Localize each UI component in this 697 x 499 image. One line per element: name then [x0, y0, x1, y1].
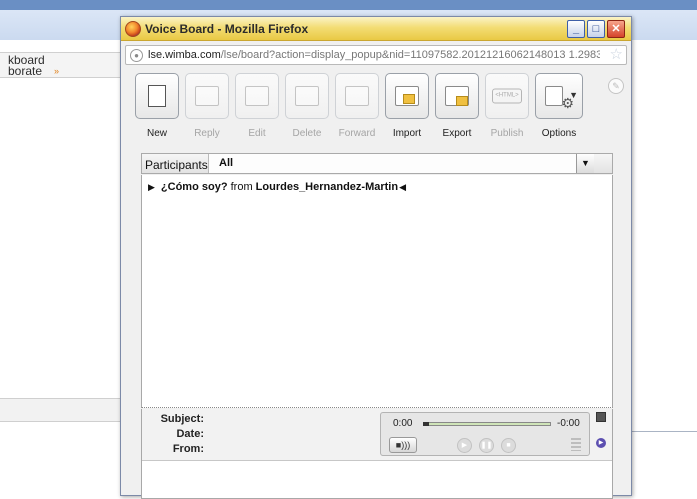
publish-label: Publish [490, 128, 524, 139]
forward-label: Forward [338, 128, 376, 139]
player-remaining-time: -0:00 [557, 418, 580, 429]
address-bar[interactable]: ● lse.wimba.com/lse/board?action=display… [125, 45, 627, 65]
message-from-text: from [227, 181, 256, 193]
participants-selected-value: All [219, 157, 234, 169]
date-label: Date: [176, 428, 204, 440]
list-item[interactable]: ▶ ¿Cómo soy? from Lourdes_Hernandez-Marti… [148, 181, 406, 193]
chevron-down-icon: ▼ [569, 90, 578, 100]
export-button[interactable]: Export [431, 73, 483, 139]
url-host: lse.wimba.com [148, 49, 221, 61]
bookmark-star-icon[interactable]: ☆ [610, 46, 623, 64]
import-label: Import [392, 128, 422, 139]
message-detail-header: Subject: Date: From: 0:00 -0:00 ■))) ▶ ❚… [142, 409, 612, 461]
minimize-button[interactable]: _ [567, 20, 585, 38]
expand-triangle-icon[interactable]: ▶ [148, 182, 155, 193]
delete-button[interactable]: Delete [281, 73, 333, 139]
reply-button[interactable]: Reply [181, 73, 233, 139]
participants-select[interactable]: All ▼ [208, 154, 594, 173]
options-icon [545, 86, 563, 106]
play-button[interactable]: ▶ [457, 438, 472, 453]
new-label: New [146, 128, 167, 139]
publish-html-icon: <HTML> [492, 88, 522, 104]
maximize-button[interactable]: □ [587, 20, 605, 38]
volume-button[interactable]: ■))) [389, 437, 417, 453]
help-icon[interactable]: ✎ [608, 78, 624, 94]
wimba-icon[interactable]: ▶ [596, 438, 606, 448]
edit-label: Edit [248, 128, 266, 139]
forward-button[interactable]: Forward [331, 73, 383, 139]
audio-player: 0:00 -0:00 ■))) ▶ ❚❚ ■ [380, 412, 590, 456]
message-subject: ¿Cómo soy? [160, 181, 228, 193]
close-button[interactable]: ✕ [607, 20, 625, 38]
logo-arrow-icon: » [54, 66, 60, 76]
delete-label: Delete [292, 128, 322, 139]
background-rule [630, 431, 697, 432]
player-progress-slider[interactable] [423, 422, 551, 426]
options-label: Options [541, 128, 577, 139]
firefox-icon [125, 21, 141, 37]
new-button[interactable]: New [131, 73, 183, 139]
url-path: /lse/board?action=display_popup&nid=1109… [220, 49, 600, 61]
record-toggle-icon[interactable] [596, 412, 606, 422]
reply-icon [195, 86, 219, 106]
edit-button[interactable]: Edit [231, 73, 283, 139]
player-side-controls: ▶ [594, 412, 608, 456]
message-author: Lourdes_Hernandez-Martin [255, 181, 399, 193]
stop-button[interactable]: ■ [501, 438, 516, 453]
background-divider-bar [0, 398, 124, 422]
speaker-icon: ◀ [399, 182, 407, 192]
forward-icon [345, 86, 369, 106]
message-detail-pane: Subject: Date: From: 0:00 -0:00 ■))) ▶ ❚… [141, 409, 613, 499]
participants-label: Participants: [145, 158, 212, 172]
message-list: ▶ ¿Cómo soy? from Lourdes_Hernandez-Marti… [141, 175, 613, 408]
edit-icon [245, 86, 269, 106]
voice-board-window: Voice Board - Mozilla Firefox _ □ ✕ ● ls… [120, 16, 632, 499]
new-document-icon [148, 85, 166, 107]
options-button[interactable]: ⚙ ▼ Options [533, 73, 585, 139]
import-button[interactable]: Import [381, 73, 433, 139]
subject-label: Subject: [160, 413, 204, 425]
globe-icon: ● [130, 49, 143, 62]
participants-filter: Participants: All ▼ [141, 153, 613, 174]
export-label: Export [442, 128, 472, 139]
toolbar: New Reply Edit Delete Forward Import Exp… [125, 69, 627, 157]
publish-button[interactable]: <HTML> Publish [481, 73, 533, 139]
volume-icon: ■))) [395, 440, 411, 450]
level-meter [571, 438, 581, 451]
from-label: From: [172, 443, 204, 455]
window-title: Voice Board - Mozilla Firefox [145, 22, 309, 36]
url-text[interactable]: lse.wimba.com/lse/board?action=display_p… [148, 49, 600, 61]
reply-label: Reply [194, 128, 220, 139]
background-logo: kboard borate » [0, 52, 124, 78]
delete-icon [295, 86, 319, 106]
player-elapsed-time: 0:00 [393, 418, 413, 429]
pause-button[interactable]: ❚❚ [479, 438, 494, 453]
window-titlebar[interactable]: Voice Board - Mozilla Firefox _ □ ✕ [121, 17, 631, 41]
dropdown-arrow-icon[interactable]: ▼ [576, 154, 594, 173]
background-top-bar [0, 0, 697, 10]
